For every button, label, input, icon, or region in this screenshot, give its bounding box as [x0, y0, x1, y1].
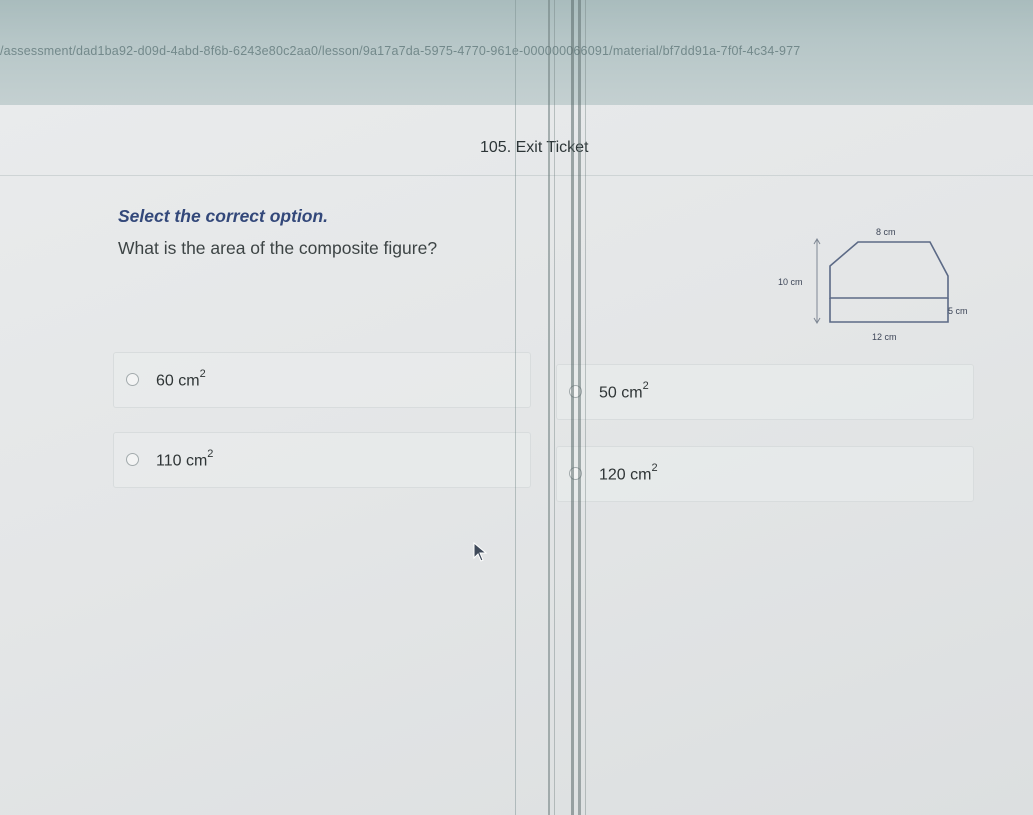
- answer-option-a[interactable]: 60 cm2: [113, 352, 531, 408]
- right-height-label: 5 cm: [948, 306, 968, 316]
- option-label: 120 cm2: [599, 462, 658, 484]
- top-length-label: 8 cm: [876, 227, 896, 237]
- answer-option-c[interactable]: 110 cm2: [113, 432, 531, 488]
- mouse-pointer-icon: [472, 541, 488, 568]
- screen-artifact-line: [548, 0, 550, 815]
- instruction-text: Select the correct option.: [118, 206, 329, 226]
- screen-artifact-line: [585, 0, 586, 815]
- browser-address-bar[interactable]: /assessment/dad1ba92-d09d-4abd-8f6b-6243…: [0, 0, 1033, 105]
- left-height-label: 10 cm: [778, 277, 803, 287]
- option-label: 60 cm2: [156, 368, 206, 390]
- radio-button[interactable]: [126, 453, 139, 466]
- screen-artifact-line: [578, 0, 581, 815]
- header-divider: [0, 175, 1033, 176]
- option-label: 50 cm2: [599, 380, 649, 402]
- answer-option-b[interactable]: 50 cm2: [556, 364, 974, 420]
- screen-artifact-line: [554, 0, 555, 815]
- answer-option-d[interactable]: 120 cm2: [556, 446, 974, 502]
- screen-artifact-line: [515, 0, 516, 815]
- bottom-length-label: 12 cm: [872, 332, 897, 342]
- screen-artifact-line: [571, 0, 574, 815]
- composite-figure-diagram: 8 cm 10 cm 5 cm 12 cm: [778, 227, 968, 342]
- option-label: 110 cm2: [156, 448, 214, 470]
- question-text: What is the area of the composite figure…: [118, 238, 438, 258]
- composite-figure: 8 cm 10 cm 5 cm 12 cm: [770, 218, 980, 363]
- radio-button[interactable]: [126, 373, 139, 386]
- url-text[interactable]: /assessment/dad1ba92-d09d-4abd-8f6b-6243…: [0, 44, 800, 58]
